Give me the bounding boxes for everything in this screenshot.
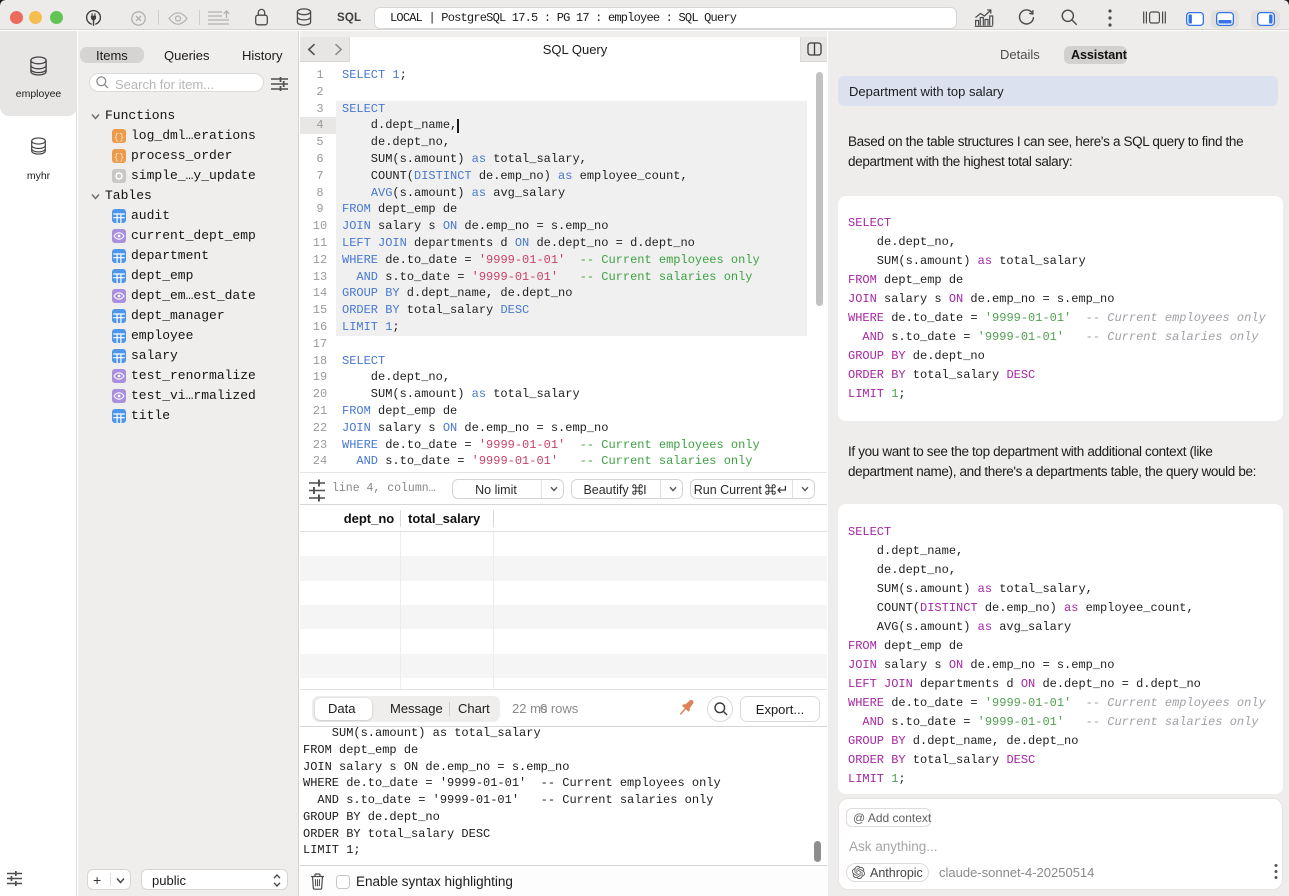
svg-text:{}: {} — [114, 133, 125, 143]
svg-text:{}: {} — [114, 153, 125, 163]
